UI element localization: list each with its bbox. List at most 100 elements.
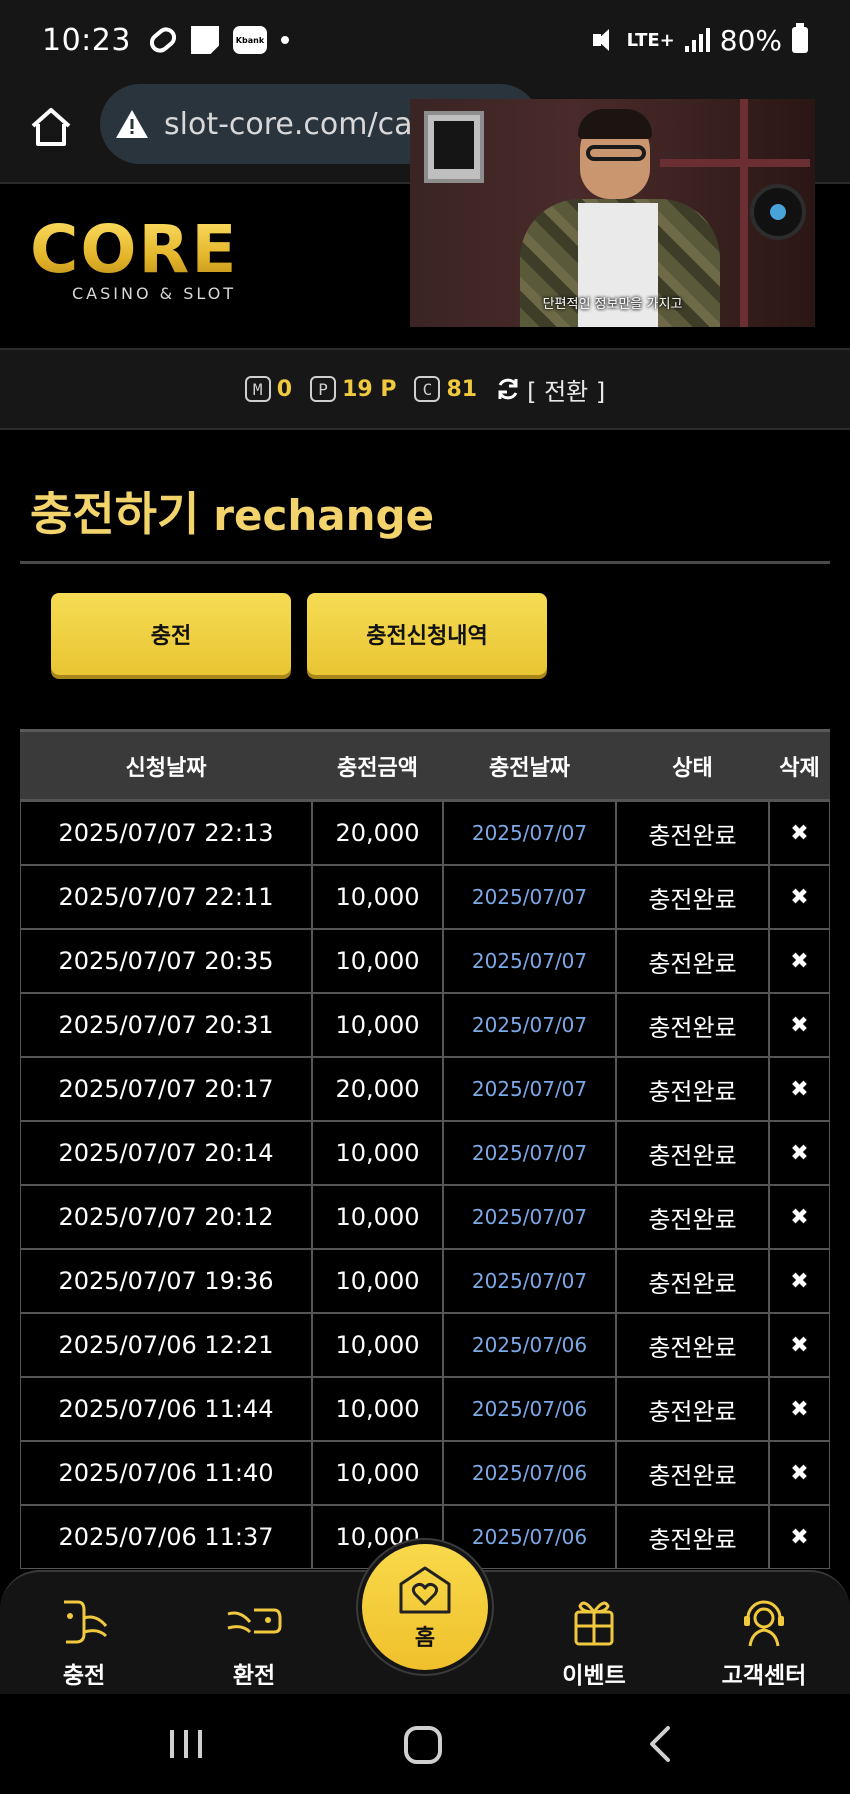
table-header-row: 신청날짜 충전금액 충전날짜 상태 삭제	[20, 729, 830, 799]
charge-history-button[interactable]: 충전신청내역	[307, 593, 547, 675]
table-row: 2025/07/07 20:31 10,000 2025/07/07 충전완료 …	[20, 993, 830, 1057]
points-bar: M 0 P 19 P C 81 [ 전환 ]	[0, 348, 850, 430]
table-row: 2025/07/07 20:12 10,000 2025/07/07 충전완료 …	[20, 1185, 830, 1249]
delete-icon[interactable]: ✖	[769, 865, 830, 929]
link-icon	[145, 23, 181, 57]
delete-icon[interactable]: ✖	[769, 1121, 830, 1185]
header-status: 상태	[616, 729, 769, 799]
delete-icon[interactable]: ✖	[769, 1377, 830, 1441]
title-divider	[20, 561, 830, 564]
money-icon: M	[244, 376, 271, 402]
request-date: 2025/07/07 20:12	[20, 1185, 312, 1249]
request-date: 2025/07/07 19:36	[20, 1249, 312, 1313]
money-value: 0	[276, 376, 293, 402]
table-row: 2025/07/07 19:36 10,000 2025/07/07 충전완료 …	[20, 1249, 830, 1313]
request-date: 2025/07/07 20:31	[20, 993, 312, 1057]
url-text: slot-core.com/ca	[164, 106, 413, 142]
charge-date: 2025/07/07	[443, 993, 616, 1057]
charge-status: 충전완료	[616, 1505, 769, 1569]
charge-button[interactable]: 충전	[51, 593, 291, 675]
charge-date: 2025/07/07	[443, 1249, 616, 1313]
request-date: 2025/07/07 22:11	[20, 865, 312, 929]
charge-date: 2025/07/07	[443, 865, 616, 929]
charge-date: 2025/07/06	[443, 1441, 616, 1505]
home-icon[interactable]	[28, 104, 74, 150]
charge-date: 2025/07/07	[443, 929, 616, 993]
nav-support-label: 고객센터	[721, 1663, 807, 1689]
pip-video-overlay[interactable]: 단편적인 정보만을 가지고	[410, 99, 815, 327]
nav-event[interactable]: 이벤트	[534, 1592, 654, 1690]
warning-icon[interactable]	[114, 108, 150, 140]
gift-icon	[574, 1601, 614, 1646]
charge-status: 충전완료	[616, 929, 769, 993]
charge-date: 2025/07/06	[443, 1313, 616, 1377]
delete-icon[interactable]: ✖	[769, 1185, 830, 1249]
delete-icon[interactable]: ✖	[769, 993, 830, 1057]
table-row: 2025/07/07 22:13 20,000 2025/07/07 충전완료 …	[20, 801, 830, 865]
core-logo[interactable]: CORE CASINO & SLOT	[30, 214, 280, 314]
charge-status: 충전완료	[616, 1121, 769, 1185]
nav-withdraw[interactable]: 환전	[194, 1592, 314, 1690]
page-title-korean: 충전하기	[30, 487, 200, 541]
system-home-icon[interactable]	[402, 1724, 446, 1768]
charge-status: 충전완료	[616, 1057, 769, 1121]
page-title-english: rechange	[213, 491, 435, 540]
withdraw-icon	[227, 1608, 282, 1634]
nav-deposit-label: 충전	[62, 1663, 106, 1689]
charge-amount: 10,000	[312, 1121, 443, 1185]
header-request-date: 신청날짜	[20, 729, 312, 799]
request-date: 2025/07/07 20:17	[20, 1057, 312, 1121]
charge-date: 2025/07/07	[443, 1057, 616, 1121]
delete-icon[interactable]: ✖	[769, 929, 830, 993]
nav-home[interactable]: 홈	[356, 1538, 494, 1676]
coin-value: 81	[446, 376, 478, 402]
request-date: 2025/07/06 11:37	[20, 1505, 312, 1569]
table-row: 2025/07/06 11:40 10,000 2025/07/06 충전완료 …	[20, 1441, 830, 1505]
coin-balance: C 81	[414, 376, 477, 402]
charge-amount: 10,000	[312, 865, 443, 929]
signal-icon	[684, 28, 710, 52]
header-amount: 충전금액	[312, 729, 443, 799]
kbank-app-icon: Kbank	[232, 26, 267, 54]
header-delete: 삭제	[769, 729, 830, 799]
charge-amount: 20,000	[312, 1057, 443, 1121]
charge-status: 충전완료	[616, 801, 769, 865]
status-time: 10:23	[42, 22, 131, 58]
convert-label: [ 전환 ]	[527, 377, 606, 406]
convert-button[interactable]: [ 전환 ]	[495, 372, 605, 407]
mute-icon	[591, 27, 617, 53]
nav-home-label: 홈	[414, 1626, 436, 1651]
delete-icon[interactable]: ✖	[769, 1441, 830, 1505]
recent-apps-icon[interactable]	[166, 1724, 206, 1764]
logo-subtitle: CASINO & SLOT	[72, 284, 237, 303]
system-status-icons: LTE+ 80%	[591, 23, 808, 57]
table-row: 2025/07/06 11:44 10,000 2025/07/06 충전완료 …	[20, 1377, 830, 1441]
request-date: 2025/07/06 11:44	[20, 1377, 312, 1441]
delete-icon[interactable]: ✖	[769, 1505, 830, 1569]
battery-percent: 80%	[719, 23, 782, 57]
charge-status: 충전완료	[616, 1249, 769, 1313]
refresh-icon	[498, 378, 518, 400]
header-charge-date: 충전날짜	[443, 729, 616, 799]
delete-icon[interactable]: ✖	[769, 1249, 830, 1313]
nav-withdraw-label: 환전	[232, 1663, 276, 1689]
table-row: 2025/07/07 20:17 20,000 2025/07/07 충전완료 …	[20, 1057, 830, 1121]
delete-icon[interactable]: ✖	[769, 1313, 830, 1377]
nav-deposit[interactable]: 충전	[24, 1592, 144, 1690]
nav-event-label: 이벤트	[562, 1663, 626, 1689]
support-icon	[744, 1600, 784, 1647]
delete-icon[interactable]: ✖	[769, 801, 830, 865]
table-row: 2025/07/07 22:11 10,000 2025/07/07 충전완료 …	[20, 865, 830, 929]
nav-support[interactable]: 고객센터	[704, 1592, 824, 1690]
table-row: 2025/07/07 20:35 10,000 2025/07/07 충전완료 …	[20, 929, 830, 993]
charge-date: 2025/07/06	[443, 1377, 616, 1441]
charge-status: 충전완료	[616, 1441, 769, 1505]
money-balance: M 0	[244, 376, 293, 402]
charge-amount: 20,000	[312, 801, 443, 865]
charge-date: 2025/07/07	[443, 1121, 616, 1185]
battery-icon	[792, 23, 808, 53]
back-icon[interactable]	[646, 1724, 676, 1764]
video-caption: 단편적인 정보만을 가지고	[542, 297, 683, 312]
delete-icon[interactable]: ✖	[769, 1057, 830, 1121]
charge-amount: 10,000	[312, 1441, 443, 1505]
